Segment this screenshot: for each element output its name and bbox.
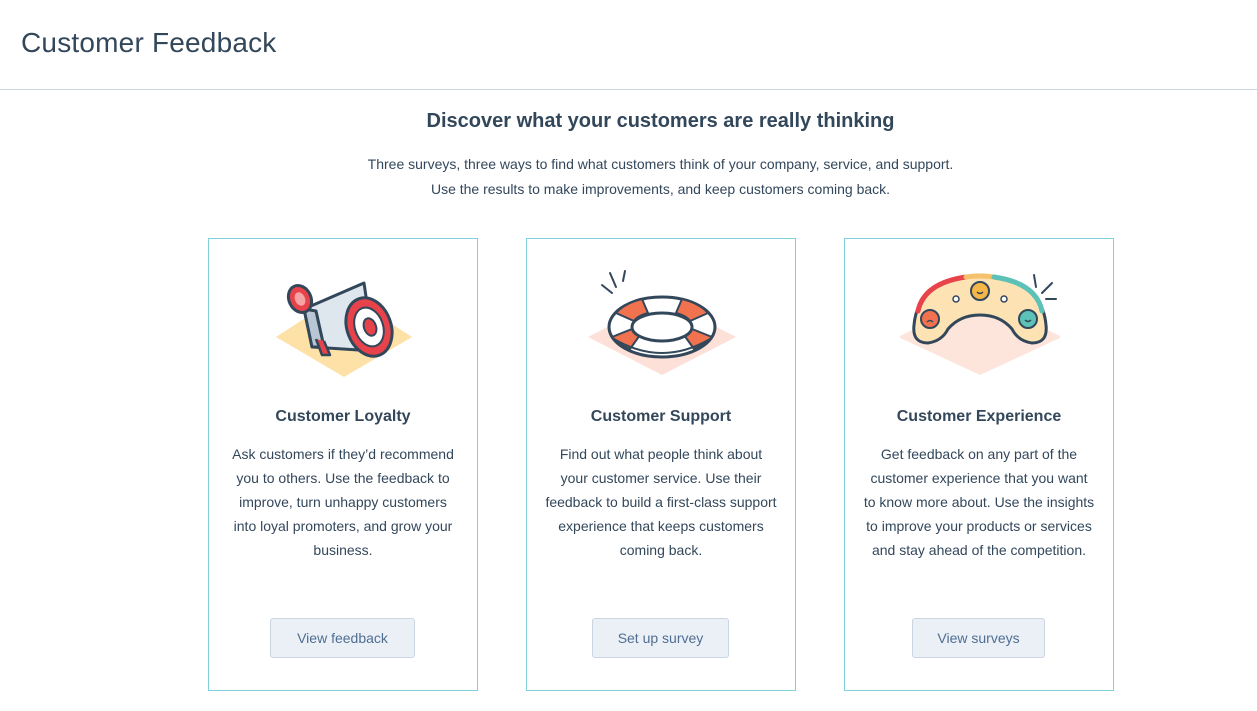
hero-subtitle-line-2: Use the results to make improvements, an… [430,181,891,197]
satisfaction-gauge-icon [898,261,1062,381]
view-feedback-button[interactable]: View feedback [270,618,415,658]
card-customer-loyalty: Customer Loyalty Ask customers if they’d… [208,238,478,691]
card-description: Ask customers if they’d recommend you to… [232,446,454,558]
card-description: Find out what people think about your cu… [545,446,777,558]
card-title: Customer Experience [896,408,1062,425]
hero-subtitle: Three surveys, three ways to find what c… [0,152,1257,202]
lifebuoy-icon [582,261,742,381]
hero-title: Discover what your customers are really … [426,110,895,132]
card-customer-support: Customer Support Find out what people th… [526,238,796,691]
page-header: Customer Feedback [0,0,1257,90]
hero-subtitle-line-1: Three surveys, three ways to find what c… [367,156,954,172]
view-surveys-button[interactable]: View surveys [912,618,1045,658]
card-title: Customer Support [590,408,732,425]
megaphone-icon [264,261,424,381]
set-up-survey-button[interactable]: Set up survey [592,618,729,658]
card-description: Get feedback on any part of the customer… [863,446,1095,558]
page-title: Customer Feedback [21,27,277,58]
card-title: Customer Loyalty [275,408,411,425]
card-customer-experience: Customer Experience Get feedback on any … [844,238,1114,691]
